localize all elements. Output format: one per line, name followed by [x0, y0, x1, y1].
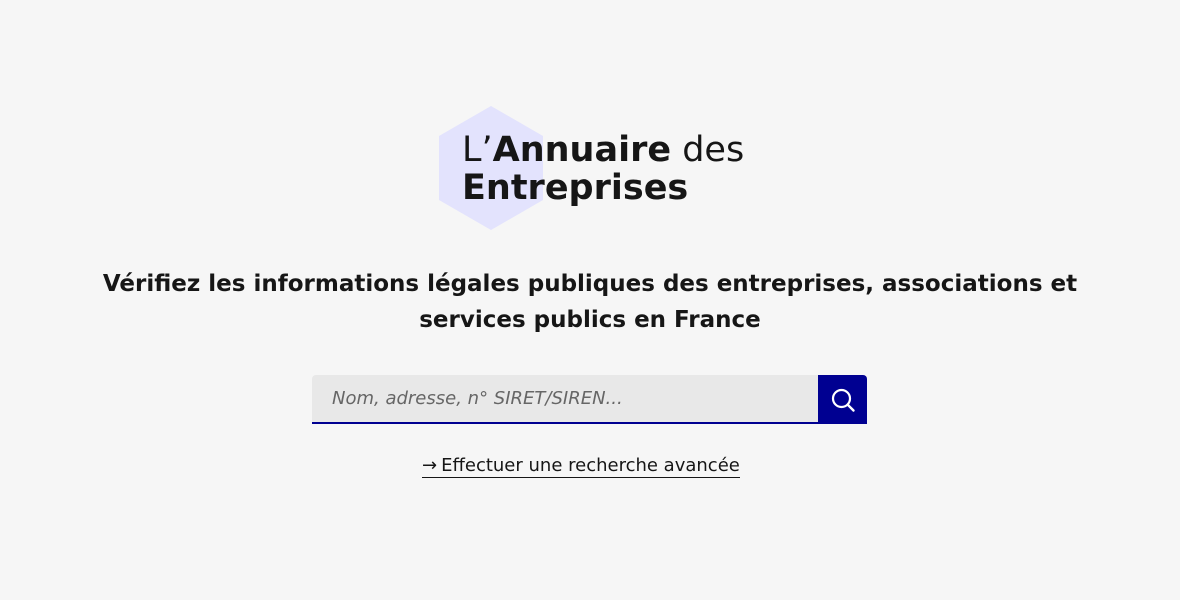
search-button[interactable] — [818, 375, 867, 424]
logo-line2: Entreprises — [462, 168, 689, 208]
search-icon — [831, 388, 855, 412]
arrow-right-icon: → — [422, 455, 438, 476]
search-input[interactable] — [312, 375, 818, 424]
search-form — [312, 375, 867, 424]
site-logo[interactable]: L’Annuaire des Entreprises — [435, 104, 755, 234]
logo-prefix: L’ — [462, 130, 493, 170]
advanced-search-link[interactable]: → Effectuer une recherche avancée — [422, 455, 740, 478]
logo-suffix: des — [671, 130, 745, 170]
logo-text: L’Annuaire des Entreprises — [462, 131, 744, 207]
logo-bold-word: Annuaire — [492, 130, 672, 170]
page-tagline: Vérifiez les informations légales publiq… — [102, 271, 1078, 333]
advanced-search-label: Effectuer une recherche avancée — [441, 455, 740, 476]
home-page: L’Annuaire des Entreprises Vérifiez les … — [0, 0, 1180, 600]
